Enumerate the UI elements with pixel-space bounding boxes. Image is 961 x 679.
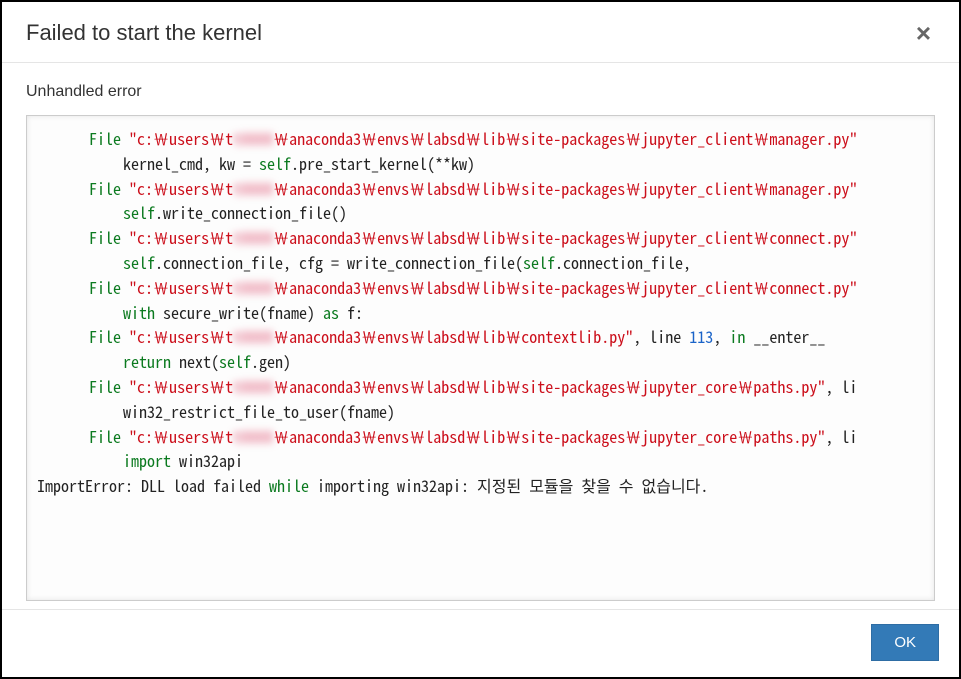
traceback-content: File "c:￦users￦ttXXXX￦anaconda3￦envs￦lab… [37,126,935,498]
ok-button[interactable]: OK [871,624,939,661]
trace-file-line: File "c:￦users￦ttXXXX￦anaconda3￦envs￦lab… [37,126,935,151]
error-heading: Unhandled error [26,83,935,101]
trace-error-line: ImportError: DLL load failed while impor… [37,473,708,497]
trace-file-line: File "c:￦users￦ttXXXX￦anaconda3￦envs￦lab… [37,374,935,399]
trace-code-line: with secure_write(fname) as f: [37,300,935,325]
modal-header: Failed to start the kernel × [2,2,959,63]
trace-file-line: File "c:￦users￦ttXXXX￦anaconda3￦envs￦lab… [37,176,935,201]
trace-code-line: import win32api [37,448,935,473]
trace-file-line: File "c:￦users￦ttXXXX￦anaconda3￦envs￦lab… [37,225,935,250]
trace-file-line: File "c:￦users￦ttXXXX￦anaconda3￦envs￦lab… [37,324,935,349]
trace-code-line: self.connection_file, cfg = write_connec… [37,250,935,275]
trace-code-line: kernel_cmd, kw = self.pre_start_kernel(*… [37,151,935,176]
modal-footer: OK [2,609,959,677]
modal-title: Failed to start the kernel [26,20,262,46]
modal-body: Unhandled error File "c:￦users￦ttXXXX￦an… [2,63,959,609]
trace-code-line: win32_restrict_file_to_user(fname) [37,399,935,424]
trace-file-line: File "c:￦users￦ttXXXX￦anaconda3￦envs￦lab… [37,275,935,300]
trace-file-line: File "c:￦users￦ttXXXX￦anaconda3￦envs￦lab… [37,424,935,449]
trace-code-line: return next(self.gen) [37,349,935,374]
modal-dialog: Failed to start the kernel × Unhandled e… [0,0,961,679]
close-icon[interactable]: × [912,20,935,46]
trace-code-line: self.write_connection_file() [37,200,935,225]
traceback-panel[interactable]: File "c:￦users￦ttXXXX￦anaconda3￦envs￦lab… [26,115,935,601]
